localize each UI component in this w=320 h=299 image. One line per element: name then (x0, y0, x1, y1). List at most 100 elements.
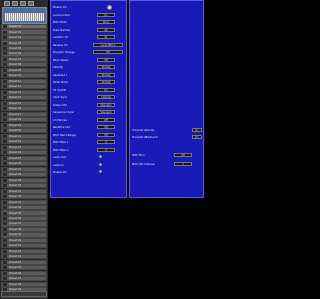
sidebar-toolbar (4, 0, 44, 6)
preset-list-item[interactable]: Preset 27 (1, 166, 47, 172)
preset-list-item[interactable]: Preset 41 (1, 243, 47, 249)
toolbar-button-1[interactable] (4, 1, 10, 6)
instrument-thumbnail[interactable] (2, 7, 47, 24)
setting-dropdown[interactable]: Local MIDI A (93, 43, 123, 47)
setting-dropdown[interactable]: Normal (97, 73, 115, 77)
midi-setting-dropdown[interactable]: Off (174, 153, 192, 157)
preset-list-item[interactable]: Preset 04 (1, 40, 47, 46)
preset-list-item[interactable]: Preset 12 (1, 84, 47, 90)
setting-knob[interactable] (99, 170, 102, 173)
preset-list-item[interactable]: Preset 28 (1, 172, 47, 178)
preset-list-item[interactable]: Preset 01 (1, 24, 47, 30)
preset-list-item[interactable]: Preset 03 (1, 34, 47, 41)
setting-dropdown[interactable]: 60 (97, 28, 115, 32)
preset-list-item[interactable]: Preset 17 (1, 111, 47, 117)
preset-icon (3, 200, 7, 204)
preset-list-item[interactable]: Preset 46 (1, 270, 47, 276)
preset-list-item[interactable]: Preset 15 (1, 100, 47, 106)
preset-name: Preset 27 (9, 167, 22, 171)
midi-setting-dropdown[interactable]: 1 (174, 162, 192, 166)
preset-list-item[interactable]: Preset 26 (1, 161, 47, 167)
preset-list-item[interactable]: Preset 09 (1, 67, 47, 73)
setting-dropdown[interactable]: Omni (97, 20, 115, 24)
preset-list-item[interactable]: Preset 29 (1, 177, 47, 183)
setting-dropdown[interactable]: 01 (97, 35, 115, 39)
preset-icon (3, 271, 7, 275)
preset-list-item[interactable]: Preset 45 (1, 265, 47, 271)
setting-dropdown[interactable]: On (97, 88, 115, 92)
preset-list-item[interactable]: Preset 30 (1, 183, 47, 189)
setting-label: Ctrl/Tempo (53, 118, 67, 122)
preset-list-item[interactable]: Preset 22 (1, 139, 47, 145)
preset-list-item[interactable]: Preset 02 (1, 29, 47, 35)
preset-list-item[interactable]: Preset 37 (1, 221, 47, 227)
setting-dropdown[interactable]: Off (97, 118, 115, 122)
setting-dropdown[interactable]: Internal (97, 95, 115, 99)
preset-list-item[interactable]: Preset 06 (1, 51, 47, 57)
preset-list-item[interactable]: Preset 19 (1, 122, 47, 128)
setting-label: Realtime Ctrl (53, 125, 70, 129)
setting-dropdown[interactable]: Off (97, 125, 115, 129)
setting-dropdown[interactable]: 0 (97, 148, 115, 152)
preset-list-item[interactable]: Preset 40 (1, 237, 47, 243)
preset-list-item[interactable]: Preset 18 (1, 117, 47, 123)
toolbar-button-3[interactable] (20, 1, 26, 6)
preset-list-item[interactable]: Preset 33 (1, 199, 47, 205)
preset-list-item[interactable]: Preset 39 (1, 232, 47, 238)
preset-name: Preset 38 (9, 227, 22, 231)
setting-row: Sequencer Sync Standard (53, 109, 124, 115)
preset-name: Preset 24 (9, 151, 22, 155)
setting-label: MIDI Filter 1 (53, 140, 69, 144)
sidebar-footer-bar[interactable] (1, 291, 47, 297)
setting-row: Audio Out (53, 154, 124, 160)
setting-dropdown[interactable]: Standard (97, 110, 115, 114)
preset-list-item[interactable]: Preset 43 (1, 254, 47, 260)
preset-name: Preset 41 (9, 244, 22, 248)
preset-list-item[interactable]: Preset 25 (1, 155, 47, 161)
preset-icon (3, 244, 7, 248)
preset-list-item[interactable]: Preset 31 (1, 188, 47, 194)
preset-list-item[interactable]: Preset 38 (1, 226, 47, 233)
setting-knob[interactable] (99, 155, 102, 158)
preset-list-item[interactable]: Preset 21 (1, 133, 47, 139)
preset-list-item[interactable]: Preset 32 (1, 194, 47, 200)
setting-label: Tempo Ctrl (53, 103, 67, 107)
preset-icon (3, 129, 7, 133)
setting-knob[interactable] (107, 5, 112, 10)
setting-dropdown[interactable]: Normal (97, 80, 115, 84)
setting-dropdown[interactable]: Normal (97, 65, 115, 69)
preset-list-item[interactable]: Preset 20 (1, 128, 47, 134)
setting-dropdown[interactable]: 0 (97, 140, 115, 144)
preset-list-item[interactable]: Preset 48 (1, 281, 47, 287)
preset-list-item[interactable]: Preset 11 (1, 78, 47, 84)
toolbar-button-4[interactable] (28, 1, 34, 6)
toolbar-button-2[interactable] (12, 1, 18, 6)
setting-label: Audition Ch (53, 35, 69, 39)
preset-list-item[interactable]: Preset 10 (1, 73, 47, 79)
preset-list-item[interactable]: Preset 24 (1, 150, 47, 156)
preset-icon (3, 211, 7, 215)
setting-knob[interactable] (99, 163, 102, 166)
preset-list-item[interactable]: Preset 08 (1, 62, 47, 68)
preset-list-item[interactable]: Preset 44 (1, 259, 47, 265)
setting-dropdown[interactable]: Standard (97, 103, 115, 107)
setting-label: Note Number (53, 28, 71, 32)
midi-setting-dropdown[interactable]: On (192, 135, 202, 139)
preset-list-item[interactable]: Preset 05 (1, 45, 47, 52)
preset-list-item[interactable]: Preset 16 (1, 106, 47, 112)
preset-list-item[interactable]: Preset 13 (1, 89, 47, 95)
setting-dropdown[interactable]: Off (97, 133, 115, 137)
setting-dropdown[interactable]: On (97, 13, 115, 17)
preset-list-item[interactable]: Preset 34 (1, 204, 47, 211)
preset-list-item[interactable]: Preset 07 (1, 56, 47, 62)
preset-list-item[interactable]: Preset 14 (1, 95, 47, 101)
preset-list-item[interactable]: Preset 47 (1, 276, 47, 282)
midi-setting-label: MIDI Thru (132, 153, 145, 157)
preset-list-item[interactable]: Preset 23 (1, 144, 47, 150)
setting-dropdown[interactable]: Off (97, 58, 115, 62)
midi-setting-dropdown[interactable]: On (192, 128, 202, 132)
preset-list-item[interactable]: Preset 36 (1, 215, 47, 222)
preset-list-item[interactable]: Preset 35 (1, 210, 47, 216)
setting-dropdown[interactable]: Off (93, 50, 123, 54)
preset-list-item[interactable]: Preset 42 (1, 248, 47, 254)
